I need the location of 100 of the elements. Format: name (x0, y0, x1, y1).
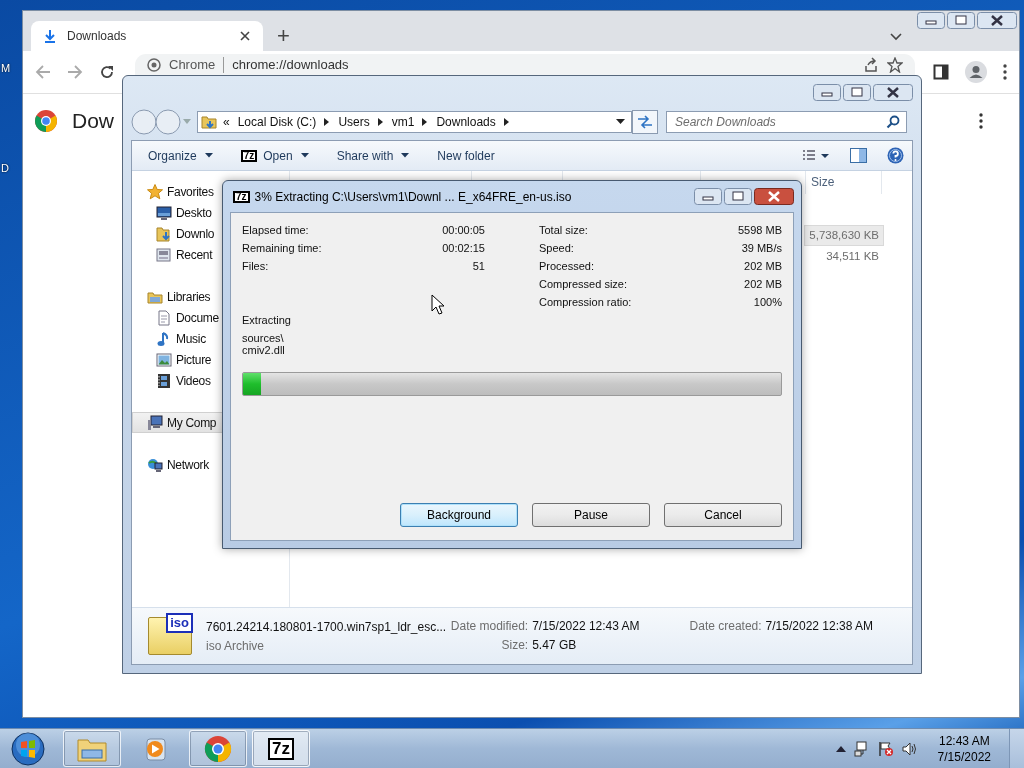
close-button[interactable] (977, 12, 1017, 29)
chevron-down-icon[interactable] (889, 32, 903, 42)
cursor-icon (431, 294, 445, 316)
desktop-icon-label: M (1, 62, 11, 74)
view-options-icon[interactable] (802, 148, 830, 163)
maximize-button[interactable] (947, 12, 975, 29)
stat-label: Speed: (539, 242, 575, 254)
desktop-icon-label: D (1, 162, 9, 174)
stat-value: 202 MB (743, 260, 782, 272)
desktop-icon (156, 204, 172, 221)
stat-label: Files: (242, 260, 270, 272)
close-button[interactable] (754, 188, 794, 205)
film-icon (156, 372, 172, 389)
recent-places-icon (156, 246, 172, 263)
document-icon (156, 309, 172, 326)
side-panel-icon[interactable] (933, 64, 949, 80)
url-text: chrome://downloads (232, 57, 349, 72)
taskbar-button[interactable]: 7z (252, 730, 310, 767)
reload-icon[interactable] (99, 64, 115, 80)
volume-icon[interactable] (901, 740, 918, 757)
minimize-button[interactable] (917, 12, 945, 29)
stat-value: 202 MB (743, 278, 782, 290)
field-value: 7/15/2022 12:43 AM (532, 619, 640, 633)
file-path: sources\ (242, 332, 285, 344)
stat-value: 100% (752, 296, 782, 308)
dialog-title: 3% Extracting C:\Users\vm1\Downl ... E_x64FRE_en-us.iso (254, 189, 572, 204)
field-label: Size: (500, 638, 529, 652)
field-value: 7/15/2022 12:38 AM (765, 619, 874, 633)
stat-value: 5598 MB (737, 224, 782, 236)
picture-icon (156, 351, 172, 368)
search-field[interactable]: Search Downloads (666, 111, 907, 133)
breadcrumb-item[interactable]: vm1 (391, 115, 415, 129)
network-icon[interactable] (853, 740, 870, 757)
breadcrumb-arrow-icon[interactable] (422, 118, 429, 126)
field-label: Date created: (688, 619, 762, 633)
chrome-logo-icon (34, 109, 58, 133)
browser-tab[interactable]: Downloads (31, 21, 263, 51)
breadcrumb-arrow-icon[interactable] (377, 118, 384, 126)
taskbar-button[interactable] (63, 730, 121, 767)
toolbar-button[interactable]: New folder (427, 145, 505, 166)
field-label: Date modified: (449, 619, 529, 633)
file-name: 7601.24214.180801-1700.win7sp1_ldr_esc... (206, 619, 447, 634)
toolbar-button[interactable]: Organize (138, 145, 223, 166)
breadcrumb-item[interactable]: Users (338, 115, 370, 129)
refresh-button[interactable] (632, 110, 658, 134)
action-center-icon[interactable] (877, 740, 894, 757)
field-value: 5.47 GB (532, 638, 578, 652)
dialog-button[interactable]: Cancel (664, 503, 782, 527)
iso-label: iso (166, 613, 193, 633)
sevenzip-icon: 7z (268, 737, 294, 760)
dialog-button[interactable]: Pause (532, 503, 650, 527)
path-overflow[interactable]: « (223, 115, 230, 129)
stat-value: 51 (471, 260, 485, 272)
star-icon (147, 183, 163, 200)
breadcrumb-item[interactable]: Downloads (436, 115, 496, 129)
help-icon[interactable] (887, 147, 904, 164)
chrome-site-icon (147, 57, 161, 72)
breadcrumb-arrow-icon[interactable] (324, 118, 331, 126)
star-icon[interactable] (887, 56, 903, 73)
stat-label: Remaining time: (242, 242, 323, 254)
address-field[interactable]: « Local Disk (C:) Users vm1 Downloads (197, 111, 632, 133)
computer-icon (147, 414, 163, 431)
clock[interactable]: 12:43 AM 7/15/2022 (933, 733, 995, 764)
chrome-logo-icon (204, 734, 232, 763)
show-hidden-icons-icon[interactable] (835, 745, 846, 752)
file-type: iso Archive (206, 638, 266, 653)
stat-value: 00:00:05 (442, 224, 485, 236)
clock-date: 7/15/2022 (937, 749, 991, 764)
size-cell-text: 34,511 KB (825, 249, 880, 264)
stat-label: Compression ratio: (539, 296, 633, 308)
more-icon[interactable] (1003, 64, 1007, 80)
stat-value: 39 MB/s (740, 242, 782, 254)
breadcrumb-item[interactable]: Local Disk (C:) (237, 115, 317, 129)
breadcrumb-arrow-icon[interactable] (503, 118, 510, 126)
preview-pane-icon[interactable] (850, 148, 867, 163)
file-path: cmiv2.dll (242, 344, 286, 356)
share-icon[interactable] (863, 56, 879, 73)
profile-icon[interactable] (965, 61, 987, 83)
column-header[interactable]: Size (806, 171, 882, 194)
taskbar-button[interactable] (189, 730, 247, 767)
toolbar-button[interactable]: Share with (326, 145, 420, 166)
close-button[interactable] (873, 84, 913, 101)
stat-label: Processed: (539, 260, 596, 272)
maximize-button[interactable] (724, 188, 752, 205)
site-label: Chrome (169, 57, 216, 72)
stat-label: Total size: (539, 224, 589, 236)
start-button[interactable] (10, 730, 46, 767)
maximize-button[interactable] (843, 84, 871, 101)
address-bar[interactable]: Chrome chrome://downloads (135, 54, 915, 75)
close-icon[interactable] (239, 30, 251, 42)
minimize-button[interactable] (813, 84, 841, 101)
minimize-button[interactable] (694, 188, 722, 205)
downloads-folder-icon (156, 225, 172, 242)
more-icon[interactable] (979, 113, 983, 129)
network-icon (147, 456, 163, 473)
stat-label: Elapsed time: (242, 224, 310, 236)
download-icon (43, 29, 57, 43)
dialog-button[interactable]: Background (400, 503, 518, 527)
dropdown-arrow-icon[interactable] (616, 119, 625, 125)
new-tab-button[interactable]: + (277, 25, 290, 47)
